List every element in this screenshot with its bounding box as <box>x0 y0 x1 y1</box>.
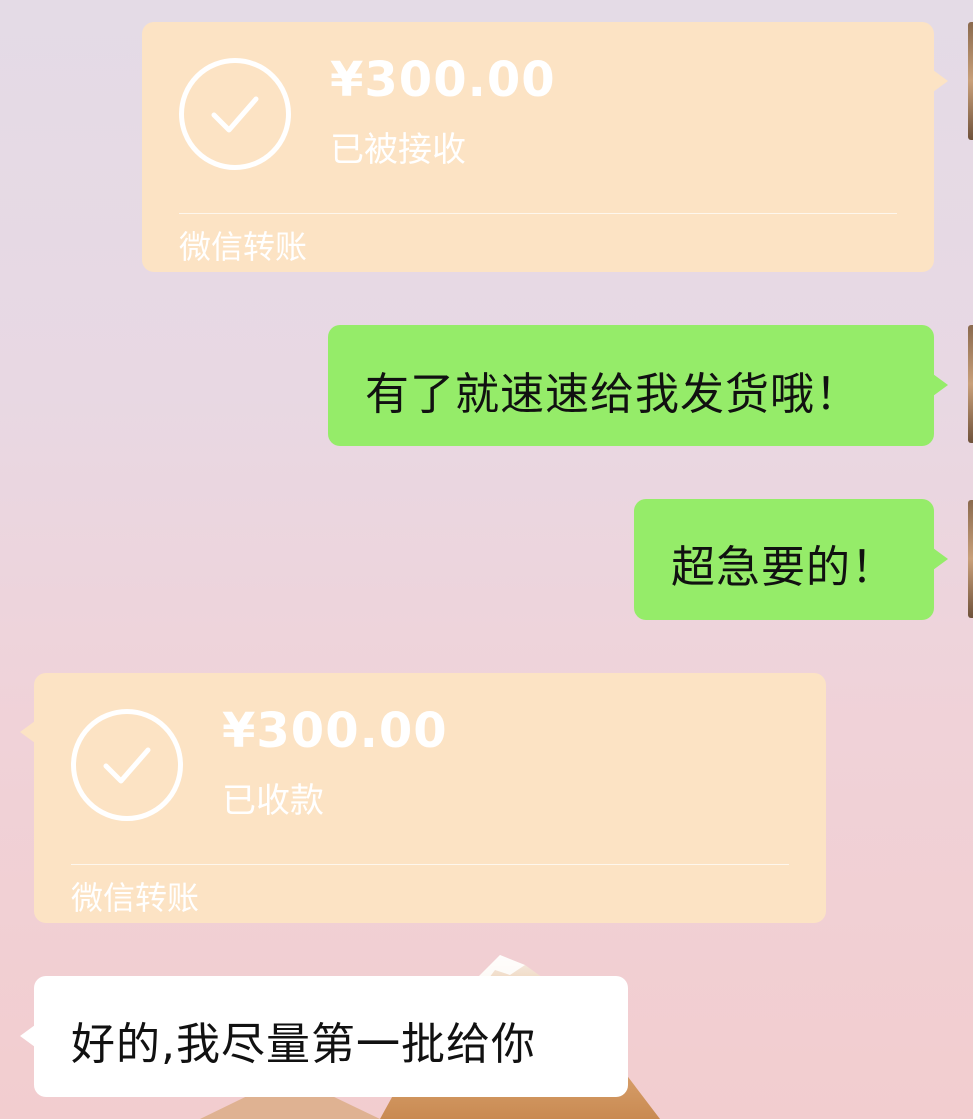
message-bubble-received[interactable]: 好的,我尽量第一批给你 <box>20 976 628 1097</box>
message-bubble-sent[interactable]: 有了就速速给我发货哦！ <box>328 325 948 446</box>
message-text: 有了就速速给我发货哦！ <box>365 369 860 420</box>
divider <box>71 864 789 865</box>
transfer-status: 已被接收 <box>330 130 466 170</box>
transfer-footer-label: 微信转账 <box>179 228 308 266</box>
divider <box>179 213 897 214</box>
avatar[interactable] <box>968 500 973 618</box>
transfer-amount: ¥300.00 <box>222 703 448 759</box>
message-text: 超急要的！ <box>671 542 896 593</box>
transfer-amount: ¥300.00 <box>330 52 556 108</box>
avatar[interactable] <box>968 22 973 140</box>
transfer-footer-label: 微信转账 <box>71 879 200 917</box>
message-bubble-sent[interactable]: 超急要的！ <box>634 499 948 620</box>
transfer-card-received[interactable]: ¥300.00 已收款 微信转账 <box>20 673 826 923</box>
check-circle-icon <box>71 709 183 821</box>
transfer-card-sent[interactable]: .m1::after{top:48px;} ¥300.00 已被接收 微信转账 <box>142 22 948 272</box>
avatar[interactable] <box>968 325 973 443</box>
check-circle-icon <box>179 58 291 170</box>
transfer-status: 已收款 <box>222 781 324 821</box>
message-text: 好的,我尽量第一批给你 <box>71 1019 536 1070</box>
